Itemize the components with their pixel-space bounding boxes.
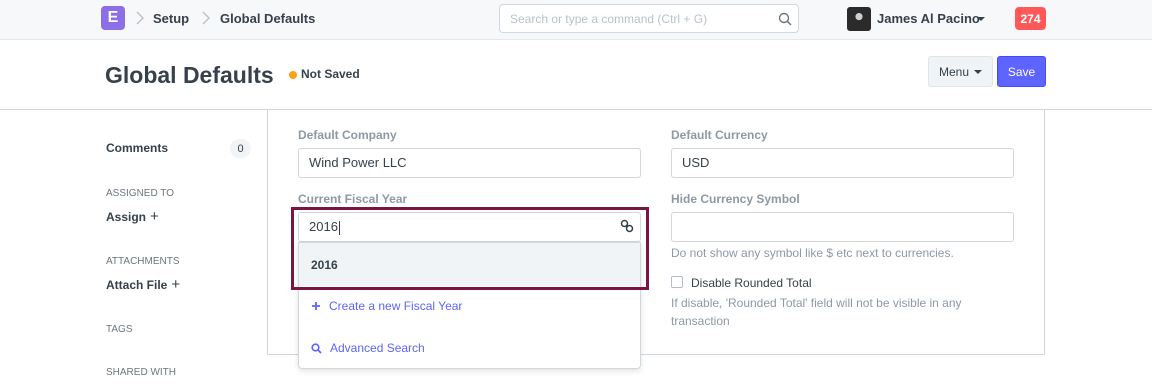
chevron-right-icon [202, 11, 210, 25]
save-button[interactable]: Save [997, 56, 1046, 87]
sidebar-assign[interactable]: Assign + [106, 208, 159, 225]
menu-button-label: Menu [938, 64, 970, 79]
hide-currency-symbol-label: Hide Currency Symbol [671, 192, 800, 206]
app-logo[interactable]: E [101, 6, 125, 30]
caret-down-icon[interactable] [977, 17, 985, 21]
create-new-fiscal-year-link[interactable]: Create a new Fiscal Year [311, 299, 462, 313]
page-head: Global Defaults Not Saved Menu Save [0, 40, 1152, 110]
status-indicator: Not Saved [301, 67, 360, 81]
breadcrumb-setup[interactable]: Setup [153, 11, 189, 26]
user-name[interactable]: James Al Pacino [877, 11, 980, 26]
shared-with-heading: SHARED WITH [106, 367, 176, 378]
link-icon[interactable] [620, 219, 634, 233]
page-title: Global Defaults [105, 62, 274, 88]
comments-count-badge: 0 [230, 139, 251, 158]
hide-currency-symbol-field[interactable] [671, 212, 1014, 242]
default-currency-label: Default Currency [671, 128, 768, 142]
disable-rounded-total-help: If disable, 'Rounded Total' field will n… [671, 296, 962, 328]
advanced-search-link[interactable]: Advanced Search [311, 341, 425, 355]
attachments-heading: ATTACHMENTS [106, 256, 180, 267]
navbar: E Setup Global Defaults Search or type a… [0, 0, 1152, 40]
tags-heading: TAGS [106, 324, 133, 335]
fiscal-year-dropdown: 2016 Create a new Fiscal Year Advanced S… [298, 242, 641, 369]
dropdown-option-label: 2016 [311, 258, 338, 272]
avatar[interactable] [847, 7, 871, 31]
create-new-fiscal-year-label: Create a new Fiscal Year [329, 299, 463, 313]
plus-icon: + [171, 276, 181, 293]
caret-down-icon [974, 69, 983, 74]
advanced-search-label: Advanced Search [330, 341, 425, 355]
current-fiscal-year-label: Current Fiscal Year [298, 192, 408, 206]
search-input[interactable]: Search or type a command (Ctrl + G) [499, 4, 799, 33]
chevron-right-icon [136, 11, 144, 25]
menu-button[interactable]: Menu [928, 56, 993, 87]
current-fiscal-year-field[interactable]: 2016 [298, 212, 641, 242]
search-placeholder: Search or type a command (Ctrl + G) [510, 12, 708, 26]
sidebar-attach-file[interactable]: Attach File + [106, 276, 180, 293]
assign-label: Assign [106, 210, 147, 224]
assigned-to-heading: ASSIGNED TO [106, 188, 174, 199]
status-dot-icon [289, 71, 297, 79]
attach-file-label: Attach File [106, 278, 168, 292]
default-company-field[interactable]: Wind Power LLC [298, 148, 641, 178]
disable-rounded-total-label[interactable]: Disable Rounded Total [691, 276, 812, 290]
search-icon [311, 342, 322, 354]
search-icon[interactable] [778, 12, 792, 26]
fiscal-year-value: 2016 [309, 219, 338, 234]
plus-icon: + [150, 208, 159, 225]
plus-icon [312, 302, 320, 310]
dropdown-option-2016[interactable]: 2016 [299, 243, 640, 286]
default-currency-field[interactable]: USD [671, 148, 1014, 178]
notification-badge[interactable]: 274 [1015, 7, 1046, 30]
text-cursor [338, 220, 340, 235]
breadcrumb-global-defaults[interactable]: Global Defaults [220, 11, 315, 26]
default-company-label: Default Company [298, 128, 397, 142]
disable-rounded-total-checkbox[interactable] [671, 276, 683, 288]
sidebar-comments[interactable]: Comments [106, 141, 168, 155]
hide-currency-symbol-help: Do not show any symbol like $ etc next t… [671, 246, 954, 260]
